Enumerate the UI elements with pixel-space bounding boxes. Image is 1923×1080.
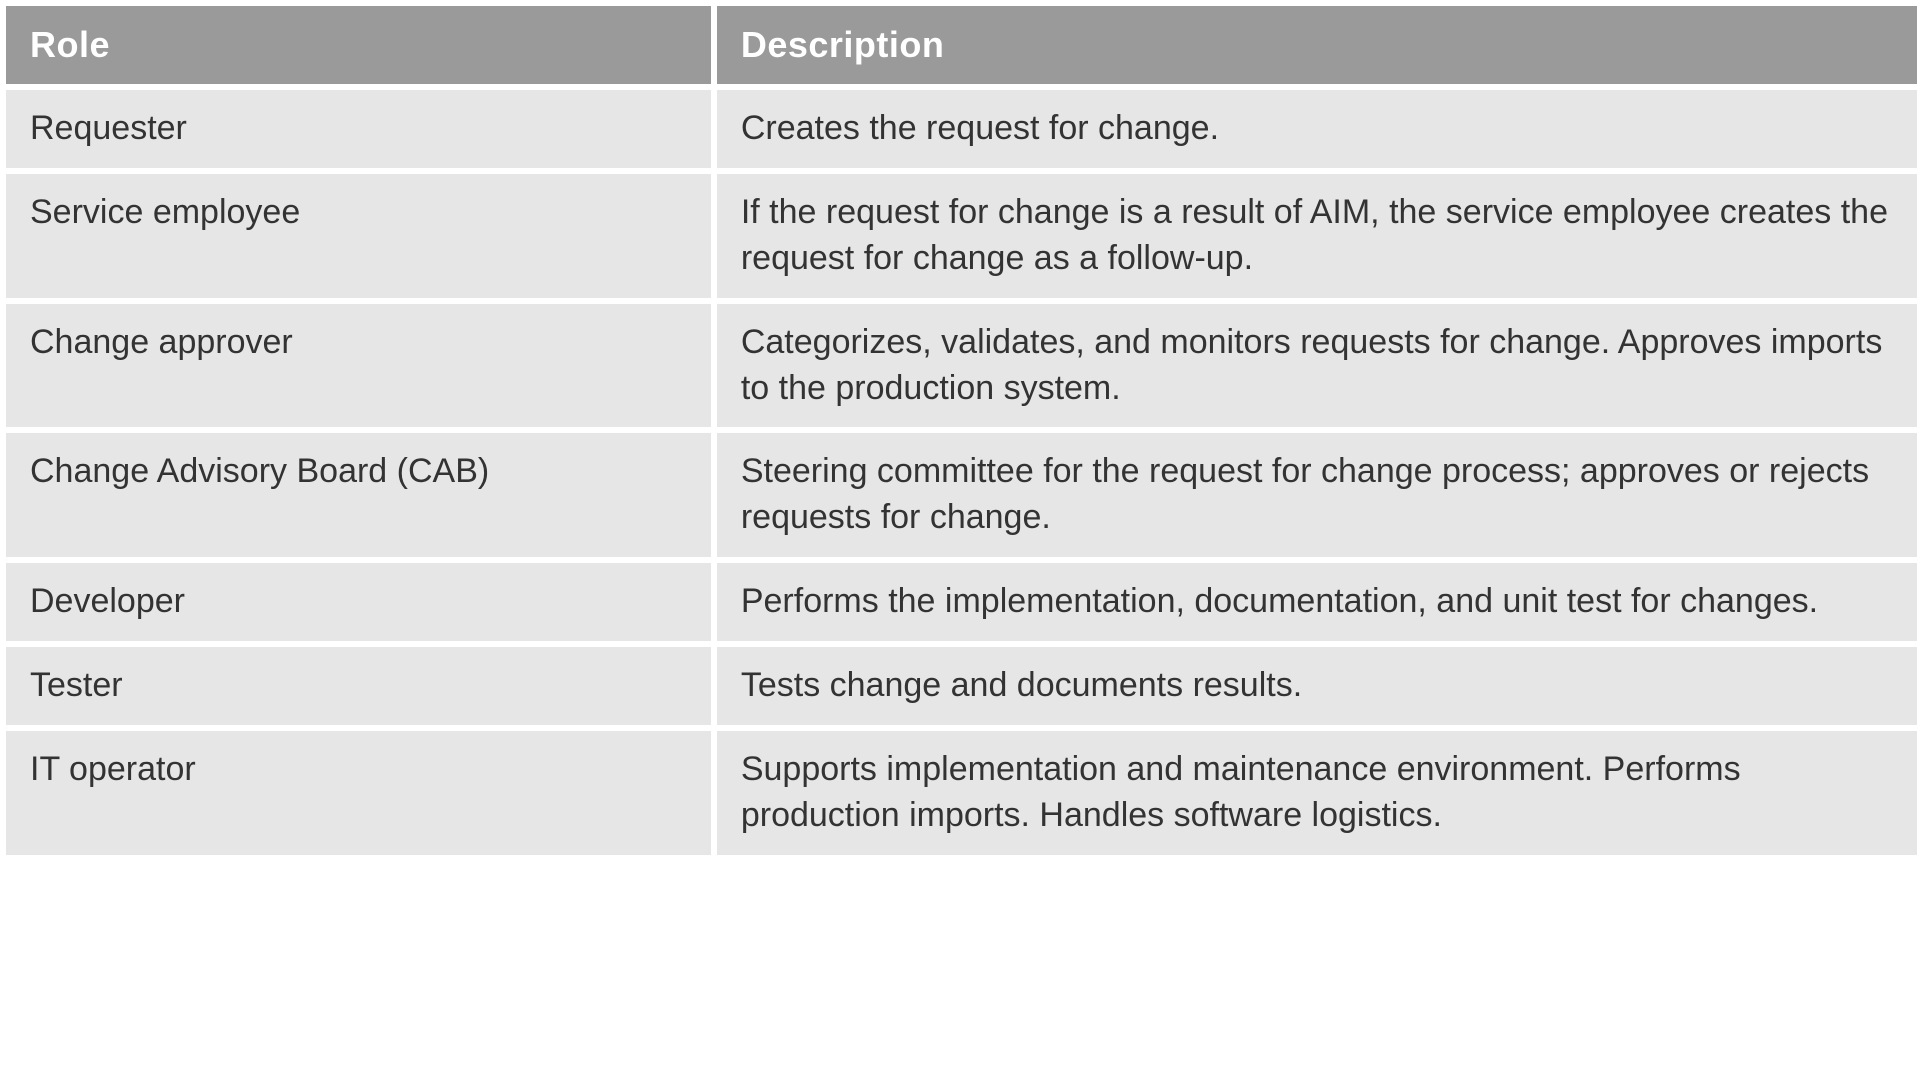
- table-row: IT operator Supports implementation and …: [6, 731, 1917, 855]
- role-cell: Service employee: [6, 174, 711, 298]
- role-cell: IT operator: [6, 731, 711, 855]
- role-cell: Requester: [6, 90, 711, 168]
- table-row: Change Advisory Board (CAB) Steering com…: [6, 433, 1917, 557]
- description-cell: Categorizes, validates, and monitors req…: [717, 304, 1917, 428]
- table-row: Developer Performs the implementation, d…: [6, 563, 1917, 641]
- roles-table-container: Role Description Requester Creates the r…: [0, 0, 1923, 861]
- table-row: Requester Creates the request for change…: [6, 90, 1917, 168]
- roles-table: Role Description Requester Creates the r…: [0, 0, 1923, 861]
- role-cell: Change Advisory Board (CAB): [6, 433, 711, 557]
- header-role: Role: [6, 6, 711, 84]
- header-description: Description: [717, 6, 1917, 84]
- role-cell: Tester: [6, 647, 711, 725]
- table-row: Tester Tests change and documents result…: [6, 647, 1917, 725]
- table-header-row: Role Description: [6, 6, 1917, 84]
- role-cell: Developer: [6, 563, 711, 641]
- table-row: Service employee If the request for chan…: [6, 174, 1917, 298]
- description-cell: Tests change and documents results.: [717, 647, 1917, 725]
- description-cell: Creates the request for change.: [717, 90, 1917, 168]
- description-cell: Steering committee for the request for c…: [717, 433, 1917, 557]
- table-row: Change approver Categorizes, validates, …: [6, 304, 1917, 428]
- description-cell: If the request for change is a result of…: [717, 174, 1917, 298]
- description-cell: Supports implementation and maintenance …: [717, 731, 1917, 855]
- role-cell: Change approver: [6, 304, 711, 428]
- description-cell: Performs the implementation, documentati…: [717, 563, 1917, 641]
